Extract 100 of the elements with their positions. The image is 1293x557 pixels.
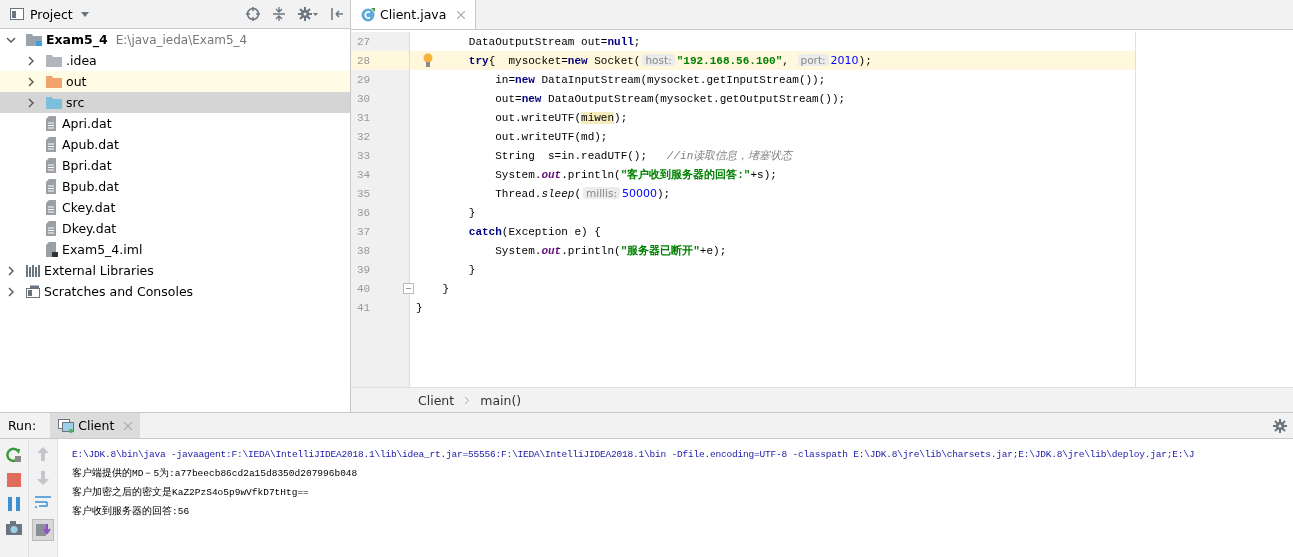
tree-item[interactable]: out <box>0 71 350 92</box>
code-line: in=new DataInputStream(mysocket.getInputStream()); <box>494 73 826 86</box>
collapse-all-icon[interactable] <box>272 7 286 21</box>
breadcrumb[interactable]: main() <box>480 392 522 408</box>
line-number: 41 <box>357 301 371 314</box>
tree-label: out <box>66 74 87 89</box>
chevron-icon[interactable] <box>26 97 36 108</box>
tree-label: Dkey.dat <box>62 221 117 236</box>
code-line: System.out.println("服务器已断开"+e); <box>494 243 727 258</box>
code-line: Thread.sleep( millis: 50000); <box>494 187 671 200</box>
rerun-icon[interactable] <box>6 447 22 463</box>
chevron-icon <box>464 395 471 405</box>
line-number: 30 <box>357 92 371 105</box>
line-number: 37 <box>357 225 371 238</box>
code-line: } <box>441 282 449 295</box>
editor-tab[interactable]: Client.java <box>351 0 477 29</box>
file-icon <box>46 200 58 215</box>
folder-icon <box>46 54 62 67</box>
tree-label: Exam5_4.iml <box>62 242 143 257</box>
module-folder-icon <box>26 33 42 46</box>
line-number: 34 <box>357 168 371 181</box>
console-line: 客户端提供的MD－5为:a77beecb86cd2a15d8350d207996b048 <box>72 466 359 481</box>
tree-item[interactable]: Scratches and Consoles <box>0 281 350 302</box>
tree-label: Bpri.dat <box>62 158 112 173</box>
chevron-icon[interactable] <box>6 286 16 297</box>
code-line: out=new DataOutputStream(mysocket.getOutputStream()); <box>494 92 846 105</box>
scroll-to-end-icon[interactable] <box>32 519 54 541</box>
tree-label: External Libraries <box>44 263 154 278</box>
chevron-icon[interactable] <box>6 265 16 276</box>
console-line: 客户加密之后的密文是KaZ2PzS4o5p9wVfkD7tHtg== <box>72 485 310 500</box>
file-icon <box>46 221 58 236</box>
line-number: 40 <box>357 282 371 295</box>
code-line: catch(Exception e) { <box>467 225 601 238</box>
chevron-icon[interactable] <box>26 55 36 66</box>
code-line: try{ mysocket=new Socket( host: "192.168.56.100", port: 2010); <box>467 54 872 67</box>
tree-item[interactable]: Apri.dat <box>0 113 350 134</box>
tree-item[interactable]: .idea <box>0 50 350 71</box>
file-icon <box>46 242 58 257</box>
line-number: 29 <box>357 73 371 86</box>
console-line: E:\JDK.8\bin\java -javaagent:F:\IEDA\IntelliJIDEA2018.1\lib\idea_rt.jar=55556:F:\IEDA\IntelliJIDEA2018.1\bin -Dfile.encoding=UTF-8 -classpath E:\JDK.8\jre\lib\charsets.jar;E:\JDK.8\jre\lib\deploy.jar;E:\J <box>72 448 1196 462</box>
lightbulb-icon[interactable] <box>423 53 433 67</box>
line-number: 38 <box>357 244 371 257</box>
tree-label: Scratches and Consoles <box>44 284 194 299</box>
file-icon <box>46 116 58 131</box>
line-number: 35 <box>357 187 371 200</box>
tree-item[interactable]: Dkey.dat <box>0 218 350 239</box>
settings-icon[interactable] <box>1273 418 1289 433</box>
run-tab[interactable]: Client <box>50 413 141 438</box>
tree-label: Exam5_4 <box>46 32 108 47</box>
line-number: 36 <box>357 206 371 219</box>
code-line: } <box>467 206 476 219</box>
code-line: DataOutputStream out=null; <box>467 35 641 48</box>
camera-icon[interactable] <box>6 521 22 535</box>
tree-item[interactable]: Bpri.dat <box>0 155 350 176</box>
line-number: 33 <box>357 149 371 162</box>
code-line: System.out.println("客户收到服务器的回答:"+s); <box>494 167 777 182</box>
tree-item[interactable]: src <box>0 92 350 113</box>
folder-icon <box>46 96 62 109</box>
file-icon <box>46 179 58 194</box>
hide-panel-icon[interactable] <box>330 7 344 21</box>
tree-label: Ckey.dat <box>62 200 116 215</box>
breadcrumb[interactable]: Client <box>418 392 455 408</box>
library-icon <box>26 264 40 277</box>
line-number: 32 <box>357 130 371 143</box>
tree-path: E:\java_ieda\Exam5_4 <box>115 32 248 47</box>
tree-item[interactable]: Ckey.dat <box>0 197 350 218</box>
project-view-icon <box>10 8 24 20</box>
java-class-icon <box>361 7 375 22</box>
caret-icon[interactable] <box>80 11 89 17</box>
tree-label: Apri.dat <box>62 116 112 131</box>
tree-label: Apub.dat <box>62 137 119 152</box>
code-line: String s=in.readUTF(); //in读取信息，堵塞状态 <box>494 149 793 163</box>
tree-item[interactable]: Exam5_4.iml <box>0 239 350 260</box>
pause-icon[interactable] <box>7 497 21 511</box>
tree-label: src <box>66 95 85 110</box>
tree-item[interactable]: Apub.dat <box>0 134 350 155</box>
soft-wrap-icon[interactable] <box>35 495 51 509</box>
scratches-icon <box>26 285 40 298</box>
tree-label: Bpub.dat <box>62 179 119 194</box>
line-number: 28 <box>357 54 371 67</box>
code-line: } <box>467 263 476 276</box>
run-label: Run: <box>8 418 37 433</box>
file-icon <box>46 137 58 152</box>
close-icon[interactable] <box>457 10 466 19</box>
tree-item[interactable]: Bpub.dat <box>0 176 350 197</box>
file-icon <box>46 158 58 173</box>
settings-icon[interactable] <box>298 7 318 21</box>
tree-item[interactable]: Exam5_4 E:\java_ieda\Exam5_4 <box>0 29 350 50</box>
folder-icon <box>46 75 62 88</box>
run-config-icon <box>58 418 75 433</box>
line-number: 31 <box>357 111 371 124</box>
locate-icon[interactable] <box>246 7 260 21</box>
line-number: 27 <box>357 35 371 48</box>
code-line: out.writeUTF(miwen); <box>494 111 628 124</box>
fold-icon[interactable] <box>403 283 414 294</box>
chevron-icon[interactable] <box>26 76 36 87</box>
tree-item[interactable]: External Libraries <box>0 260 350 281</box>
project-view-dropdown[interactable]: Project <box>30 6 89 22</box>
code-line: out.writeUTF(md); <box>494 130 608 143</box>
console-line: 客户收到服务器的回答:56 <box>72 504 191 519</box>
